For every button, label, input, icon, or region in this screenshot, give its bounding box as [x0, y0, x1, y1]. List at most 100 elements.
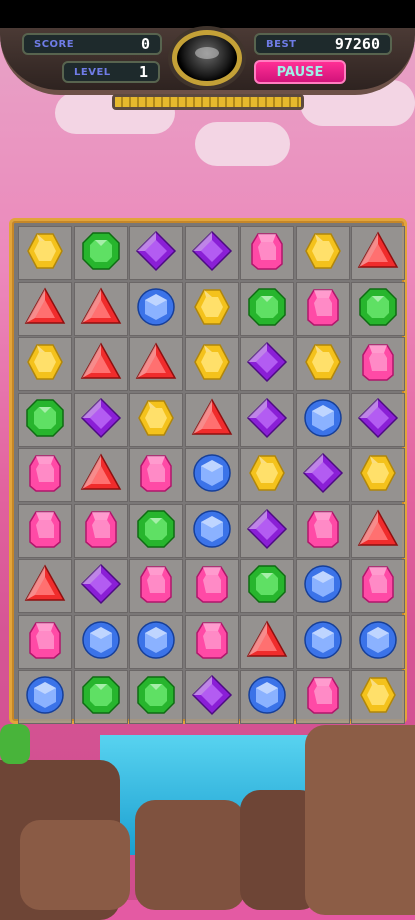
blue-gem-icon[interactable]	[246, 674, 288, 720]
board-cell[interactable]	[73, 670, 128, 724]
pink-gem-icon[interactable]	[135, 452, 177, 498]
yellow-gem-icon[interactable]	[24, 341, 66, 387]
board-cell[interactable]	[295, 337, 350, 391]
board-cell[interactable]	[240, 670, 294, 724]
purple-gem-icon[interactable]	[80, 397, 122, 443]
board-cell[interactable]	[73, 503, 128, 558]
red-gem-icon[interactable]	[24, 286, 66, 332]
board-cell[interactable]	[351, 448, 405, 502]
green-gem-icon[interactable]	[135, 674, 177, 720]
pink-gem-icon[interactable]	[24, 619, 66, 665]
yellow-gem-icon[interactable]	[246, 452, 288, 498]
board-cell[interactable]	[129, 448, 183, 502]
blue-gem-icon[interactable]	[135, 619, 177, 665]
board-cell[interactable]	[240, 392, 294, 447]
blue-gem-icon[interactable]	[357, 619, 399, 665]
green-gem-icon[interactable]	[24, 397, 66, 443]
green-gem-icon[interactable]	[80, 674, 122, 720]
board-cell[interactable]	[351, 503, 405, 558]
purple-gem-icon[interactable]	[191, 230, 233, 276]
board-cell[interactable]	[18, 559, 72, 613]
board-cell[interactable]	[184, 448, 239, 502]
green-gem-icon[interactable]	[246, 563, 288, 609]
board-cell[interactable]	[129, 226, 183, 280]
purple-gem-icon[interactable]	[246, 508, 288, 554]
board-cell[interactable]	[73, 392, 128, 447]
red-gem-icon[interactable]	[357, 508, 399, 554]
board-cell[interactable]	[129, 337, 183, 391]
board-cell[interactable]	[351, 614, 405, 669]
red-gem-icon[interactable]	[24, 563, 66, 609]
board-cell[interactable]	[129, 392, 183, 447]
board-cell[interactable]	[129, 670, 183, 724]
board-cell[interactable]	[351, 392, 405, 447]
board-cell[interactable]	[240, 503, 294, 558]
board-cell[interactable]	[351, 281, 405, 336]
blue-gem-icon[interactable]	[302, 563, 344, 609]
pink-gem-icon[interactable]	[246, 230, 288, 276]
pink-gem-icon[interactable]	[302, 674, 344, 720]
board-cell[interactable]	[184, 503, 239, 558]
board-cell[interactable]	[240, 337, 294, 391]
red-gem-icon[interactable]	[80, 452, 122, 498]
red-gem-icon[interactable]	[191, 397, 233, 443]
purple-gem-icon[interactable]	[80, 563, 122, 609]
red-gem-icon[interactable]	[357, 230, 399, 276]
green-gem-icon[interactable]	[135, 508, 177, 554]
blue-gem-icon[interactable]	[302, 397, 344, 443]
board-cell[interactable]	[129, 614, 183, 669]
board-cell[interactable]	[184, 392, 239, 447]
board-cell[interactable]	[73, 614, 128, 669]
board-cell[interactable]	[73, 281, 128, 336]
blue-gem-icon[interactable]	[191, 508, 233, 554]
board-cell[interactable]	[351, 670, 405, 724]
board-cell[interactable]	[73, 559, 128, 613]
board-cell[interactable]	[295, 281, 350, 336]
blue-gem-icon[interactable]	[24, 674, 66, 720]
pink-gem-icon[interactable]	[357, 341, 399, 387]
green-gem-icon[interactable]	[357, 286, 399, 332]
pink-gem-icon[interactable]	[80, 508, 122, 554]
purple-gem-icon[interactable]	[357, 397, 399, 443]
green-gem-icon[interactable]	[80, 230, 122, 276]
board-cell[interactable]	[240, 448, 294, 502]
yellow-gem-icon[interactable]	[135, 397, 177, 443]
board-cell[interactable]	[184, 226, 239, 280]
purple-gem-icon[interactable]	[302, 452, 344, 498]
board-cell[interactable]	[184, 670, 239, 724]
pink-gem-icon[interactable]	[357, 563, 399, 609]
red-gem-icon[interactable]	[246, 619, 288, 665]
yellow-gem-icon[interactable]	[191, 286, 233, 332]
blue-gem-icon[interactable]	[302, 619, 344, 665]
board-cell[interactable]	[295, 503, 350, 558]
purple-gem-icon[interactable]	[246, 397, 288, 443]
yellow-gem-icon[interactable]	[24, 230, 66, 276]
board-cell[interactable]	[295, 226, 350, 280]
board-cell[interactable]	[295, 614, 350, 669]
board-cell[interactable]	[351, 226, 405, 280]
board-cell[interactable]	[73, 448, 128, 502]
green-gem-icon[interactable]	[246, 286, 288, 332]
pink-gem-icon[interactable]	[191, 563, 233, 609]
board-cell[interactable]	[295, 392, 350, 447]
board-cell[interactable]	[129, 559, 183, 613]
board-cell[interactable]	[129, 503, 183, 558]
board-cell[interactable]	[240, 614, 294, 669]
yellow-gem-icon[interactable]	[357, 452, 399, 498]
board-cell[interactable]	[73, 226, 128, 280]
board-cell[interactable]	[18, 226, 72, 280]
board-cell[interactable]	[18, 503, 72, 558]
blue-gem-icon[interactable]	[135, 286, 177, 332]
blue-gem-icon[interactable]	[191, 452, 233, 498]
board-cell[interactable]	[184, 281, 239, 336]
board-cell[interactable]	[18, 670, 72, 724]
board-cell[interactable]	[129, 281, 183, 336]
board-cell[interactable]	[184, 559, 239, 613]
purple-gem-icon[interactable]	[135, 230, 177, 276]
board-cell[interactable]	[18, 337, 72, 391]
red-gem-icon[interactable]	[80, 286, 122, 332]
purple-gem-icon[interactable]	[191, 674, 233, 720]
board-cell[interactable]	[240, 559, 294, 613]
board-cell[interactable]	[240, 281, 294, 336]
pink-gem-icon[interactable]	[302, 508, 344, 554]
